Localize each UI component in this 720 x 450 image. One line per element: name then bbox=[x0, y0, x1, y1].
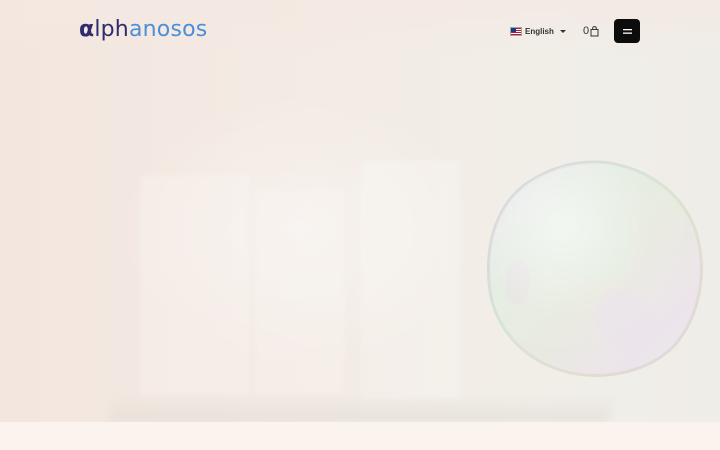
hero-ghost-shape bbox=[360, 160, 460, 400]
language-label: English bbox=[525, 26, 554, 36]
menu-button[interactable] bbox=[614, 19, 640, 43]
iridescent-bubble bbox=[487, 160, 703, 377]
us-flag-icon bbox=[510, 26, 522, 36]
cart-count: 0 bbox=[583, 25, 590, 37]
hero-ghost-shape bbox=[255, 190, 345, 395]
hero-floor-shadow bbox=[110, 396, 610, 422]
cart-button[interactable]: 0 bbox=[583, 23, 599, 39]
hero-section bbox=[0, 0, 720, 422]
logo-text-dark: lph bbox=[94, 17, 129, 42]
logo-text-light: anosos bbox=[128, 17, 208, 42]
hamburger-menu-icon bbox=[622, 28, 632, 34]
shopping-bag-icon bbox=[590, 25, 599, 36]
logo-alpha-glyph: α bbox=[79, 17, 95, 42]
page-bottom-band bbox=[0, 422, 720, 450]
site-header: αlphanosos English 0 bbox=[0, 0, 720, 62]
language-selector[interactable]: English bbox=[510, 23, 566, 39]
hero-ghost-shape bbox=[140, 175, 250, 395]
caret-down-icon bbox=[559, 29, 566, 33]
brand-logo[interactable]: αlphanosos bbox=[79, 15, 207, 45]
